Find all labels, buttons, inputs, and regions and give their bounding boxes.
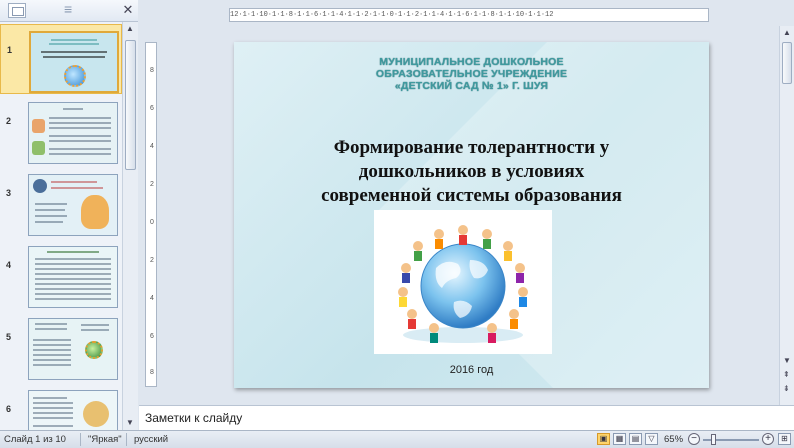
slide-sorter-view-icon[interactable]: ▦: [613, 433, 626, 445]
slide-number: 6: [6, 404, 12, 414]
reading-view-icon[interactable]: ▤: [629, 433, 642, 445]
ruler-mark: 8: [150, 369, 154, 376]
org-line: «ДЕТСКИЙ САД № 1» Г. ШУЯ: [394, 80, 549, 92]
slide-thumbnail-6[interactable]: 6: [0, 384, 122, 430]
slide-title[interactable]: Формирование толерантности у дошкольнико…: [234, 136, 709, 208]
notes-pane[interactable]: Заметки к слайду: [139, 405, 794, 430]
slides-tab-icon[interactable]: [8, 3, 26, 18]
slide-preview[interactable]: [28, 318, 118, 380]
zoom-level[interactable]: 65%: [664, 434, 683, 445]
slide-thumbnail-5[interactable]: 5: [0, 312, 122, 382]
outline-tab-icon[interactable]: [62, 1, 80, 18]
normal-view-icon[interactable]: ▣: [597, 433, 610, 445]
org-line: ОБРАЗОВАТЕЛЬНОЕ УЧРЕЖДЕНИЕ: [375, 68, 568, 80]
children-around-globe-image[interactable]: [374, 210, 552, 354]
ruler-mark: 0: [150, 219, 154, 226]
slide-number: 2: [6, 116, 12, 126]
slide-number: 4: [6, 260, 12, 270]
slide-number: 5: [6, 332, 12, 342]
scroll-up-icon[interactable]: ▲: [783, 28, 791, 37]
slide-canvas[interactable]: МУНИЦИПАЛЬНОЕ ДОШКОЛЬНОЕ ОБРАЗОВАТЕЛЬНОЕ…: [234, 42, 709, 388]
org-line: МУНИЦИПАЛЬНОЕ ДОШКОЛЬНОЕ: [379, 56, 564, 68]
next-slide-icon[interactable]: ⇟: [783, 384, 790, 393]
previous-slide-icon[interactable]: ⇞: [783, 370, 790, 379]
scroll-up-icon[interactable]: ▲: [126, 24, 134, 33]
slide-preview[interactable]: [28, 390, 118, 430]
ruler-mark: 2: [150, 257, 154, 264]
slide-year[interactable]: 2016 год: [234, 364, 709, 376]
organization-title[interactable]: МУНИЦИПАЛЬНОЕ ДОШКОЛЬНОЕ ОБРАЗОВАТЕЛЬНОЕ…: [234, 56, 709, 92]
slide-thumbnail-4[interactable]: 4: [0, 240, 122, 310]
vertical-ruler: 8 6 4 2 0 2 4 6 8: [145, 42, 157, 387]
globe-image: [64, 65, 86, 87]
slide-counter: Слайд 1 из 10: [4, 434, 66, 445]
slide-editor: 12·1·1·10·1·1·8·1·1·6·1·1·4·1·1·2·1·1·0·…: [139, 0, 794, 405]
ruler-mark: 6: [150, 105, 154, 112]
scrollbar-thumb[interactable]: [125, 40, 136, 170]
title-line: Формирование толерантности у: [333, 137, 610, 158]
slide-preview[interactable]: [28, 174, 118, 236]
language-indicator[interactable]: русский: [134, 434, 168, 445]
scroll-down-icon[interactable]: ▼: [783, 356, 791, 365]
fit-to-window-icon[interactable]: ⊞: [778, 433, 791, 445]
slide-preview[interactable]: [29, 31, 119, 93]
slide-number: 3: [6, 188, 12, 198]
zoom-out-icon[interactable]: −: [688, 433, 700, 445]
ruler-mark: 4: [150, 295, 154, 302]
scroll-down-icon[interactable]: ▼: [126, 418, 134, 427]
slideshow-view-icon[interactable]: ▽: [645, 433, 658, 445]
slide-number: 1: [7, 45, 13, 55]
ruler-mark: 6: [150, 333, 154, 340]
horizontal-ruler: 12·1·1·10·1·1·8·1·1·6·1·1·4·1·1·2·1·1·0·…: [229, 8, 709, 22]
close-pane-icon[interactable]: ✕: [121, 3, 135, 17]
slide-thumbnails: 1 2 3 4 5 6: [0, 22, 122, 430]
title-line: современной системы образования: [321, 185, 622, 206]
zoom-in-icon[interactable]: +: [762, 433, 774, 445]
slide-preview[interactable]: [28, 246, 118, 308]
thumbnail-scrollbar[interactable]: ▲ ▼: [122, 22, 138, 430]
globe-illustration: [398, 225, 528, 343]
editor-scrollbar[interactable]: ▲ ▼ ⇞ ⇟: [779, 26, 794, 405]
ruler-mark: 8: [150, 67, 154, 74]
scrollbar-thumb[interactable]: [782, 42, 792, 84]
slides-pane: ✕ 1 2: [0, 0, 138, 430]
ruler-mark: 2: [150, 181, 154, 188]
slide-thumbnail-3[interactable]: 3: [0, 168, 122, 238]
pane-tabs: ✕: [0, 0, 138, 22]
notes-placeholder[interactable]: Заметки к слайду: [145, 411, 242, 425]
slide-preview[interactable]: [28, 102, 118, 164]
status-bar: Слайд 1 из 10 "Яркая" русский ▣ ▦ ▤ ▽ 65…: [0, 430, 794, 448]
slide-thumbnail-1[interactable]: 1: [0, 24, 122, 94]
slide-thumbnail-2[interactable]: 2: [0, 96, 122, 166]
ruler-mark: 4: [150, 143, 154, 150]
zoom-slider-thumb[interactable]: [711, 434, 716, 445]
title-line: дошкольников в условиях: [358, 161, 585, 182]
theme-name: "Яркая": [88, 434, 122, 445]
